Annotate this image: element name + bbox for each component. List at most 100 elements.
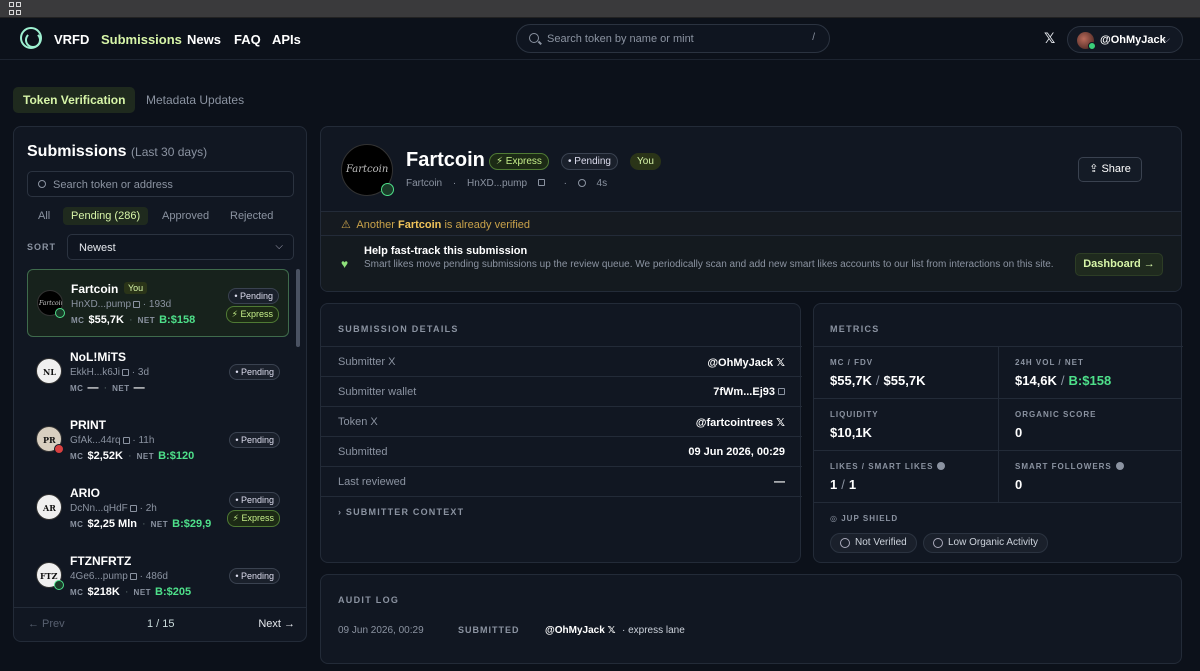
token-list-item[interactable]: NL NoL!MiTS EkkH...k6Ji · 3d MC — · NET — • … bbox=[27, 338, 289, 406]
token-list-item[interactable]: Fartcoin Fartcoin You HnXD...pump · 193d… bbox=[27, 269, 289, 337]
info-icon[interactable] bbox=[937, 462, 946, 470]
filter-rejected[interactable]: Rejected bbox=[222, 207, 281, 225]
status-badge: • Pending bbox=[229, 432, 280, 448]
metric-smart-followers: SMART FOLLOWERS 0 bbox=[998, 451, 1182, 503]
address-text: HnXD...pump bbox=[467, 178, 528, 189]
metrics-panel: METRICS MC / FDV $55,7K / $55,7K 24H VOL /… bbox=[813, 303, 1183, 563]
divider bbox=[321, 496, 802, 497]
chevron-down-icon: ⌵ bbox=[275, 241, 283, 252]
token-market-stats: MC $55,7K · NET B:$158 bbox=[71, 314, 196, 326]
audit-user-link[interactable]: @OhMyJack 𝕏 bbox=[545, 625, 616, 636]
copy-icon[interactable] bbox=[129, 505, 137, 512]
audit-action: SUBMITTED bbox=[458, 625, 520, 635]
tab-token-verification[interactable]: Token Verification bbox=[13, 87, 136, 113]
detail-key: Submitter wallet bbox=[338, 386, 417, 398]
chip-text: Low Organic Activity bbox=[948, 537, 1039, 548]
nav-faq[interactable]: FAQ bbox=[234, 32, 261, 47]
sidebar-title-text: Submissions bbox=[27, 143, 127, 160]
token-x-link[interactable]: @fartcointrees 𝕏 bbox=[696, 416, 785, 429]
sidebar-search[interactable] bbox=[27, 171, 294, 197]
token-address: 4Ge6...pump · 486d bbox=[70, 571, 168, 582]
token-logo-text: FTZ bbox=[40, 571, 58, 581]
verified-dot-icon bbox=[54, 580, 64, 590]
tab-metadata-updates[interactable]: Metadata Updates bbox=[136, 87, 254, 113]
app-grid-icon[interactable] bbox=[9, 2, 23, 15]
submitted-date: 09 Jun 2026, 00:29 bbox=[688, 446, 785, 458]
shield-title-text: JUP SHIELD bbox=[841, 514, 899, 523]
submitter-x-link[interactable]: @OhMyJack 𝕏 bbox=[707, 356, 785, 369]
net-label: NET bbox=[112, 384, 130, 393]
metric-value: $10,1K bbox=[830, 425, 872, 440]
nav-apis[interactable]: APIs bbox=[272, 32, 301, 47]
detail-row: Submitter X @OhMyJack 𝕏 bbox=[321, 346, 802, 376]
copy-icon[interactable] bbox=[122, 437, 130, 444]
last-reviewed: — bbox=[774, 476, 785, 488]
metric-value: $14,6K / B:$158 bbox=[1015, 373, 1112, 388]
token-address: HnXD...pump · 193d bbox=[71, 299, 172, 310]
net-label: NET bbox=[150, 520, 169, 529]
copy-icon[interactable] bbox=[122, 369, 130, 376]
metric-label: ORGANIC SCORE bbox=[1015, 410, 1097, 419]
submitter-context-toggle[interactable]: › SUBMITTER CONTEXT bbox=[338, 507, 464, 517]
token-name: Fartcoin bbox=[71, 282, 119, 296]
wallet-text: 7fWm...Ej93 bbox=[713, 386, 775, 398]
status-badge: • Pending bbox=[229, 568, 280, 584]
copy-icon[interactable] bbox=[778, 388, 785, 395]
metric-value: 0 bbox=[1015, 425, 1023, 440]
token-address[interactable]: HnXD...pump bbox=[467, 178, 553, 189]
copy-icon[interactable] bbox=[129, 573, 137, 580]
mc-value: $218K bbox=[87, 586, 120, 598]
context-label: SUBMITTER CONTEXT bbox=[345, 507, 465, 517]
detail-row: Last reviewed — bbox=[321, 466, 802, 496]
submitter-wallet[interactable]: 7fWm...Ej93 bbox=[713, 386, 785, 398]
dashboard-button[interactable]: Dashboard → bbox=[1075, 253, 1163, 276]
token-list-item[interactable]: PR PRINT GfAk...44rq · 11h MC $2,52K · NET B… bbox=[27, 406, 289, 474]
token-list-item[interactable]: FTZ FTZNFRTZ 4Ge6...pump · 486d MC $218K ·… bbox=[27, 542, 289, 610]
verified-dot-icon bbox=[55, 308, 65, 318]
list-scrollbar[interactable] bbox=[296, 269, 300, 347]
metric-label: 24H VOL / NET bbox=[1015, 358, 1084, 367]
nav-news[interactable]: News bbox=[187, 32, 221, 47]
x-social-icon[interactable]: 𝕏 bbox=[1044, 30, 1055, 47]
token-logo-text: Fartcoin bbox=[346, 164, 389, 175]
sort-select[interactable]: Newest ⌵ bbox=[67, 234, 294, 260]
vrfd-logo-icon[interactable] bbox=[20, 27, 42, 49]
share-button[interactable]: ⇪ Share bbox=[1078, 157, 1142, 182]
mc-label: MC bbox=[70, 384, 84, 393]
brand-name[interactable]: VRFD bbox=[54, 32, 89, 47]
filter-all[interactable]: All bbox=[30, 207, 58, 225]
copy-icon[interactable] bbox=[537, 179, 545, 186]
nav-submissions[interactable]: Submissions bbox=[101, 32, 182, 47]
net-value: B:$205 bbox=[155, 586, 192, 598]
prev-page-button[interactable]: ← Prev bbox=[28, 618, 65, 630]
filter-approved[interactable]: Approved bbox=[154, 207, 217, 225]
filter-pending[interactable]: Pending (286) bbox=[63, 207, 149, 225]
user-handle: @OhMyJack bbox=[1100, 34, 1166, 46]
token-meta: Fartcoin · HnXD...pump · 4s bbox=[406, 178, 623, 189]
token-list-item[interactable]: AR ARIO DcNn...qHdF · 2h MC $2,25 Mln · NET… bbox=[27, 474, 289, 542]
pagination: ← Prev 1 / 15 Next → bbox=[14, 607, 306, 641]
user-menu-button[interactable]: @OhMyJack ⌵ bbox=[1067, 26, 1183, 53]
metric-label: LIKES / SMART LIKES bbox=[830, 462, 946, 471]
metrics-grid: MC / FDV $55,7K / $55,7K 24H VOL / NET $14… bbox=[814, 346, 1183, 503]
metric-label-text: SMART FOLLOWERS bbox=[1015, 462, 1112, 471]
token-address: EkkH...k6Ji · 3d bbox=[70, 367, 150, 378]
next-page-button[interactable]: Next → bbox=[258, 618, 295, 630]
you-badge: You bbox=[630, 153, 661, 170]
warning-token-link[interactable]: Fartcoin bbox=[398, 219, 441, 231]
sidebar-search-input[interactable] bbox=[53, 177, 283, 192]
warning-prefix: Another bbox=[356, 219, 395, 231]
shield-chip-low-organic: Low Organic Activity bbox=[923, 533, 1049, 553]
status-badge: • Pending bbox=[228, 288, 279, 304]
global-search[interactable]: / bbox=[516, 24, 830, 53]
copy-icon[interactable] bbox=[133, 301, 141, 308]
token-address: GfAk...44rq · 11h bbox=[70, 435, 155, 446]
heart-icon: ♥ bbox=[341, 257, 349, 271]
express-text: Express bbox=[240, 309, 273, 319]
metric-label: MC / FDV bbox=[830, 358, 874, 367]
avatar bbox=[1077, 32, 1096, 50]
status-badge: • Pending bbox=[229, 364, 280, 380]
info-icon[interactable] bbox=[1115, 462, 1124, 470]
net-label: NET bbox=[136, 452, 155, 461]
global-search-input[interactable] bbox=[547, 31, 797, 47]
